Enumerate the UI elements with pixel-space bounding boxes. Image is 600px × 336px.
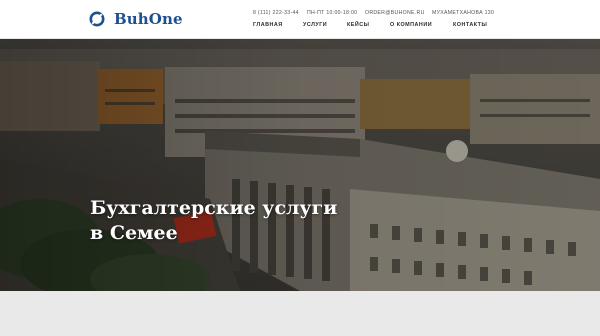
hero-title-line1: Бухгалтерские услуги [90,197,338,219]
nav-item-about[interactable]: О КОМПАНИИ [390,22,432,30]
logo-link[interactable]: BuhOne [89,10,183,28]
hero-title: Бухгалтерские услуги в Семее [90,196,337,246]
nav-item-contacts[interactable]: КОНТАКТЫ [453,22,487,30]
contact-email[interactable]: ORDER@BUHONE.RU [365,10,425,18]
content-section-background [0,291,600,336]
contact-phone[interactable]: 8 (111) 222-33-44 [253,10,299,18]
contact-hours: ПН-ПТ 10:00-18:00 [307,10,358,16]
nav-item-services[interactable]: УСЛУГИ [303,22,327,30]
contact-address: МУХАМЕТХАНОВА 130 [432,10,495,16]
brand-name: BuhOne [114,10,183,28]
hero-city-image [0,39,600,291]
logo-icon [89,11,105,27]
hero-title-line2: в Семее [90,222,178,244]
hero-banner: Бухгалтерские услуги в Семее [0,39,600,291]
nav-item-cases[interactable]: КЕЙСЫ [347,22,369,30]
nav-item-home[interactable]: ГЛАВНАЯ [253,22,283,30]
site-header: BuhOne 8 (111) 222-33-44 ПН-ПТ 10:00-18:… [0,0,600,39]
